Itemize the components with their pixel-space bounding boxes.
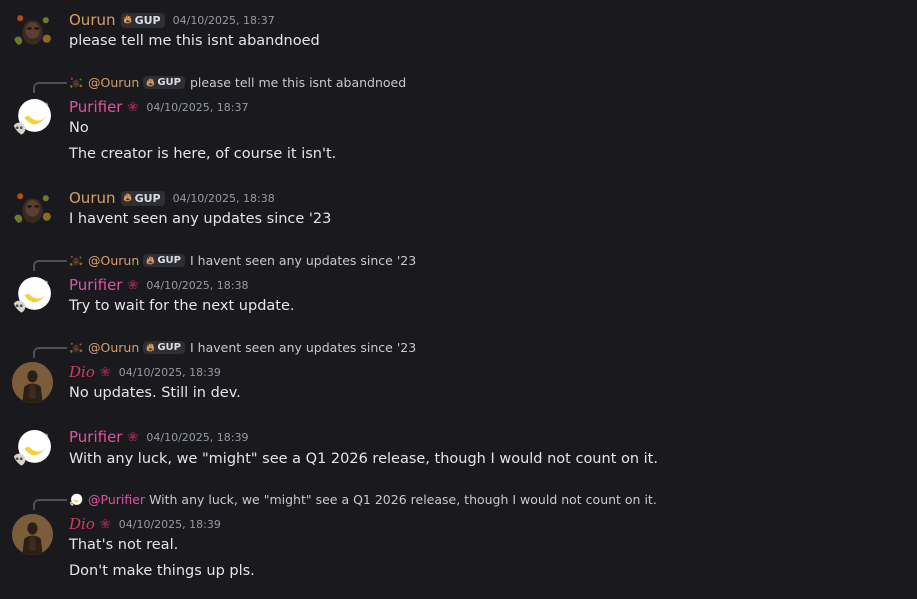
crest-role-icon: ❀ bbox=[127, 99, 139, 115]
timestamp: 04/10/2025, 18:37 bbox=[146, 100, 249, 114]
avatar bbox=[69, 493, 83, 507]
timestamp: 04/10/2025, 18:38 bbox=[146, 278, 249, 292]
crest-role-icon: ❀ bbox=[127, 429, 139, 445]
reply-connector bbox=[33, 260, 67, 271]
server-tag: 🔥︎ GUP bbox=[143, 341, 185, 354]
timestamp: 04/10/2025, 18:38 bbox=[172, 191, 275, 205]
message-text: Don't make things up pls. bbox=[69, 563, 255, 579]
username[interactable]: Purifier bbox=[69, 276, 122, 294]
server-tag: 🔥︎ GUP bbox=[143, 254, 185, 267]
message-text: No updates. Still in dev. bbox=[69, 385, 241, 401]
reply-author[interactable]: @Purifier bbox=[88, 492, 145, 507]
reply-connector bbox=[33, 82, 67, 93]
avatar[interactable] bbox=[12, 188, 53, 229]
crest-role-icon: ❀ bbox=[127, 277, 139, 293]
username[interactable]: Purifier bbox=[69, 428, 122, 446]
timestamp: 04/10/2025, 18:37 bbox=[172, 13, 275, 27]
reply-author[interactable]: @Ourun bbox=[88, 75, 139, 90]
reply-text: I havent seen any updates since '23 bbox=[190, 340, 417, 355]
crest-role-icon: ❀ bbox=[99, 516, 111, 532]
fire-tag-icon: 🔥︎ bbox=[146, 340, 155, 354]
message-text: The creator is here, of course it isn't. bbox=[69, 146, 337, 162]
reply-preview[interactable]: @Ourun 🔥︎ GUP I havent seen any updates s… bbox=[69, 340, 416, 355]
avatar[interactable] bbox=[12, 97, 53, 138]
timestamp: 04/10/2025, 18:39 bbox=[118, 517, 221, 531]
reply-text: I havent seen any updates since '23 bbox=[190, 253, 417, 268]
avatar[interactable] bbox=[12, 428, 53, 469]
username[interactable]: Ourun bbox=[69, 11, 116, 29]
fire-tag-icon: 🔥︎ bbox=[123, 191, 132, 204]
reply-preview[interactable]: @Purifier With any luck, we "might" see … bbox=[69, 492, 657, 507]
timestamp: 04/10/2025, 18:39 bbox=[146, 430, 249, 444]
avatar bbox=[69, 76, 83, 90]
avatar[interactable] bbox=[12, 10, 53, 51]
reply-preview[interactable]: @Ourun 🔥︎ GUP I havent seen any updates s… bbox=[69, 253, 416, 268]
avatar[interactable] bbox=[12, 362, 53, 403]
message-text: With any luck, we "might" see a Q1 2026 … bbox=[69, 451, 658, 467]
fire-tag-icon: 🔥︎ bbox=[146, 253, 155, 267]
message-text: Try to wait for the next update. bbox=[69, 298, 295, 314]
avatar[interactable] bbox=[12, 275, 53, 316]
reply-author[interactable]: @Ourun bbox=[88, 340, 139, 355]
message-text: No bbox=[69, 120, 89, 136]
crest-role-icon: ❀ bbox=[99, 364, 111, 380]
username[interactable]: Dio bbox=[69, 363, 95, 381]
chat-log: Ourun 🔥︎ GUP 04/10/2025, 18:37 please tel… bbox=[0, 0, 917, 599]
message-text: I havent seen any updates since '23 bbox=[69, 211, 332, 227]
reply-connector bbox=[33, 347, 67, 358]
username[interactable]: Purifier bbox=[69, 98, 122, 116]
message-text: please tell me this isnt abandnoed bbox=[69, 33, 320, 49]
reply-text: please tell me this isnt abandnoed bbox=[190, 75, 407, 90]
timestamp: 04/10/2025, 18:39 bbox=[118, 365, 221, 379]
server-tag[interactable]: 🔥︎ GUP bbox=[120, 190, 165, 206]
reply-author[interactable]: @Ourun bbox=[88, 253, 139, 268]
avatar[interactable] bbox=[12, 514, 53, 555]
message-text: That's not real. bbox=[69, 537, 179, 553]
reply-preview[interactable]: @Ourun 🔥︎ GUP please tell me this isnt ab… bbox=[69, 75, 406, 90]
fire-tag-icon: 🔥︎ bbox=[123, 13, 132, 26]
avatar bbox=[69, 254, 83, 268]
server-tag[interactable]: 🔥︎ GUP bbox=[120, 12, 165, 28]
username[interactable]: Ourun bbox=[69, 189, 116, 207]
server-tag: 🔥︎ GUP bbox=[143, 76, 185, 89]
username[interactable]: Dio bbox=[69, 515, 95, 533]
fire-tag-icon: 🔥︎ bbox=[146, 75, 155, 89]
reply-connector bbox=[33, 499, 67, 510]
avatar bbox=[69, 341, 83, 355]
reply-text: With any luck, we "might" see a Q1 2026 … bbox=[149, 492, 657, 507]
